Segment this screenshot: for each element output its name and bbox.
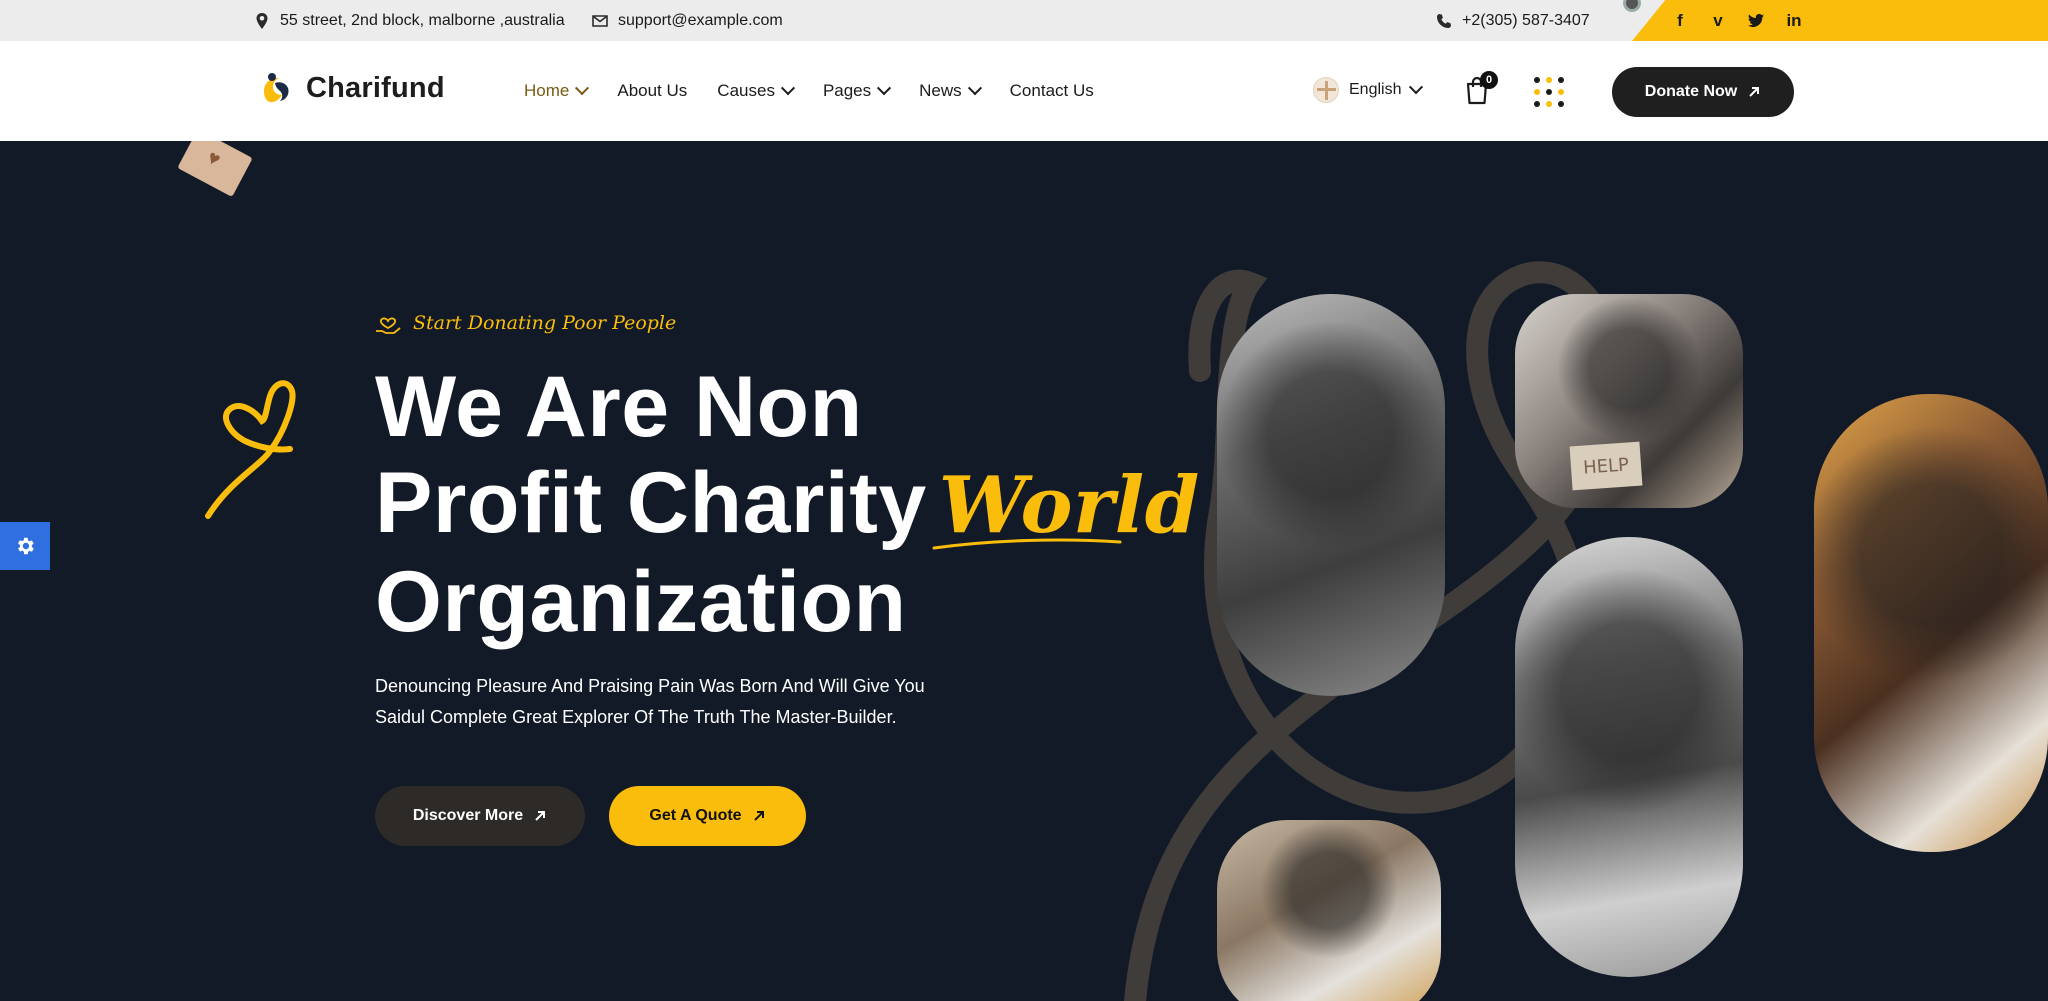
language-selector[interactable]: English xyxy=(1313,77,1424,103)
vimeo-icon[interactable]: v xyxy=(1710,11,1726,30)
discover-label: Discover More xyxy=(412,807,524,824)
tagline-text: Start Donating Poor People xyxy=(413,312,677,334)
nav-item-home[interactable]: Home xyxy=(524,81,590,101)
nav-item-pages[interactable]: Pages xyxy=(822,81,892,101)
hero-tagline: Start Donating Poor People xyxy=(375,311,676,335)
cart-count-badge: 0 xyxy=(1480,71,1498,89)
heart-scribble-icon xyxy=(205,380,296,519)
chevron-down-icon xyxy=(1409,80,1424,95)
logo-icon xyxy=(255,68,295,108)
highlight-underline xyxy=(932,538,1122,550)
envelope-icon xyxy=(592,14,608,27)
arrow-up-right-icon xyxy=(753,811,764,821)
social-links: f v in xyxy=(1672,0,1802,41)
nav-item-news[interactable]: News xyxy=(919,81,982,101)
email-link[interactable]: support@example.com xyxy=(618,12,783,30)
address-info: 55 street, 2nd block, malborne ,australi… xyxy=(254,0,565,41)
location-pin-icon xyxy=(256,12,268,29)
settings-toggle[interactable] xyxy=(0,522,50,570)
chevron-down-icon xyxy=(575,81,590,96)
get-a-quote-button[interactable]: Get A Quote xyxy=(609,786,806,846)
hero-headline: We Are Non Profit Charity World Organizat… xyxy=(375,359,1200,650)
nav-label: Home xyxy=(524,81,570,100)
nav-item-causes[interactable]: Causes xyxy=(717,81,796,101)
facebook-icon[interactable]: f xyxy=(1672,11,1688,30)
brand-name: Charifund xyxy=(306,71,445,104)
chevron-down-icon xyxy=(967,81,982,96)
hero-description: Denouncing Pleasure And Praising Pain Wa… xyxy=(375,671,955,733)
email-info[interactable]: support@example.com xyxy=(592,0,783,41)
headline-line-3: Organization xyxy=(375,554,907,650)
nav-label: News xyxy=(919,81,962,100)
grid-menu-icon[interactable] xyxy=(1534,77,1564,107)
photo-man-begging: HELP xyxy=(1515,294,1743,508)
description-line-2: Saidul Complete Great Explorer Of The Tr… xyxy=(375,707,897,727)
headline-line-1: We Are Non xyxy=(375,359,863,455)
arrow-up-right-icon xyxy=(1749,87,1760,97)
phone-link[interactable]: +2(305) 587-3407 xyxy=(1462,12,1590,30)
chevron-down-icon xyxy=(780,81,796,96)
brand-logo[interactable]: Charifund xyxy=(254,67,445,109)
indicator-dot xyxy=(1623,0,1641,12)
main-nav: Home About Us Causes Pages News Contact … xyxy=(524,41,1094,141)
quote-label: Get A Quote xyxy=(649,807,742,824)
help-sign: HELP xyxy=(1569,441,1643,491)
discover-more-button[interactable]: Discover More xyxy=(375,786,585,846)
phone-icon xyxy=(1437,13,1451,28)
photo-mother-child xyxy=(1217,820,1441,1001)
address-text: 55 street, 2nd block, malborne ,australi… xyxy=(280,11,565,29)
nav-label: Causes xyxy=(717,81,775,100)
flag-icon xyxy=(1313,77,1339,103)
twitter-icon[interactable] xyxy=(1748,13,1764,29)
phone-info[interactable]: +2(305) 587-3407 xyxy=(1436,0,1590,41)
donate-label: Donate Now xyxy=(1644,83,1738,100)
main-header: Charifund Home About Us Causes Pages New… xyxy=(0,41,2048,141)
nav-label: Contact Us xyxy=(1009,81,1094,100)
top-bar: 55 street, 2nd block, malborne ,australi… xyxy=(0,0,2048,41)
arrow-up-right-icon xyxy=(535,811,546,821)
description-line-1: Denouncing Pleasure And Praising Pain Wa… xyxy=(375,676,925,696)
heart-hand-icon xyxy=(376,317,401,334)
nav-item-contact[interactable]: Contact Us xyxy=(1010,81,1094,101)
linkedin-icon[interactable]: in xyxy=(1786,11,1802,30)
photo-child-portrait xyxy=(1814,394,2048,852)
donate-now-button[interactable]: Donate Now xyxy=(1612,67,1794,117)
chevron-down-icon xyxy=(877,81,892,96)
hero-section: Start Donating Poor People We Are Non Pr… xyxy=(0,141,2048,1001)
photo-two-children xyxy=(1515,537,1743,977)
nav-item-about[interactable]: About Us xyxy=(617,81,687,101)
gear-icon xyxy=(18,537,34,555)
language-label: English xyxy=(1349,81,1402,98)
photo-child-boy xyxy=(1217,294,1445,696)
nav-label: About Us xyxy=(617,81,688,100)
nav-label: Pages xyxy=(822,81,872,100)
headline-line-2: Profit Charity xyxy=(375,455,927,551)
